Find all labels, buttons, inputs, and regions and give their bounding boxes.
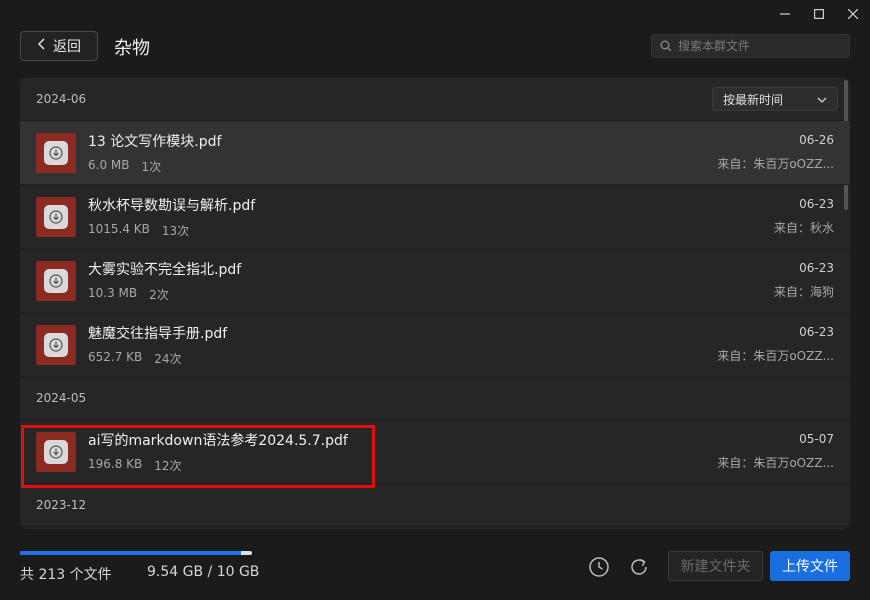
file-list-panel[interactable]: 2024-06 按最新时间 13 论文写作模块.pdf 6.0 MB 1次 06-… — [20, 78, 850, 529]
group-header: 2023-12 — [20, 484, 850, 527]
chevron-left-icon — [37, 38, 45, 54]
file-name: 大雾实验不完全指北.pdf — [88, 261, 242, 278]
file-uploader: 来自：海狗 — [773, 285, 834, 299]
search-input[interactable] — [678, 39, 838, 53]
search-icon — [660, 37, 672, 56]
pdf-file-icon — [36, 324, 76, 365]
file-uploader: 来自：朱百万oOZZ... — [717, 456, 834, 470]
download-count: 24次 — [154, 351, 182, 366]
file-uploader: 来自：秋水 — [773, 221, 834, 235]
group-date-label: 2023-12 — [36, 498, 87, 512]
sort-dropdown[interactable]: 按最新时间 — [712, 87, 838, 111]
page-title: 杂物 — [114, 38, 150, 59]
search-box[interactable] — [651, 34, 850, 58]
maximize-icon[interactable] — [802, 0, 836, 28]
file-row[interactable]: 秋水杯导数勘误与解析.pdf 1015.4 KB 13次 06-23 来自：秋水 — [20, 185, 850, 249]
chevron-down-icon — [817, 92, 827, 106]
refresh-icon[interactable] — [628, 556, 650, 578]
download-count: 13次 — [161, 223, 190, 238]
file-size: 652.7 KB — [88, 349, 143, 364]
group-date-label: 2024-05 — [36, 391, 87, 405]
download-icon — [49, 273, 63, 288]
file-row[interactable]: 大雾实验不完全指北.pdf 10.3 MB 2次 06-23 来自：海狗 — [20, 249, 850, 313]
download-icon — [49, 444, 63, 459]
file-row[interactable]: ai写的markdown语法参考2024.5.7.pdf 196.8 KB 12次… — [20, 420, 850, 484]
storage-quota-fill — [20, 551, 242, 555]
close-icon[interactable] — [836, 0, 870, 28]
back-button[interactable]: 返回 — [20, 31, 98, 61]
file-date: 06-23 — [799, 197, 834, 211]
upload-file-button[interactable]: 上传文件 — [770, 551, 850, 581]
file-name: 秋水杯导数勘误与解析.pdf — [88, 197, 256, 214]
clock-icon[interactable] — [588, 556, 610, 578]
file-name: 魅魔交往指导手册.pdf — [88, 325, 228, 342]
storage-quota-bar — [20, 551, 252, 555]
file-uploader: 来自：朱百万oOZZ... — [717, 157, 834, 171]
file-date: 06-26 — [799, 133, 834, 147]
file-count: 共 213 个文件 — [20, 567, 112, 583]
file-row[interactable]: 魅魔交往指导手册.pdf 652.7 KB 24次 06-23 来自：朱百万oOZ… — [20, 313, 850, 377]
pdf-file-icon — [36, 260, 76, 301]
pdf-file-icon — [36, 132, 76, 173]
file-row[interactable]: 13 论文写作模块.pdf 6.0 MB 1次 06-26 来自：朱百万oOZZ.… — [20, 121, 850, 185]
download-icon — [49, 145, 63, 160]
pdf-file-icon — [36, 431, 76, 472]
file-uploader: 来自：朱百万oOZZ... — [717, 349, 834, 363]
download-count: 1次 — [141, 159, 162, 174]
file-size: 196.8 KB — [88, 456, 143, 471]
file-date: 06-23 — [799, 261, 834, 275]
file-size: 6.0 MB — [88, 157, 130, 172]
storage-usage: 9.54 GB / 10 GB — [147, 564, 260, 580]
window-controls — [768, 0, 870, 28]
file-size: 10.3 MB — [88, 285, 138, 300]
download-count: 12次 — [154, 458, 182, 473]
group-header: 2024-06 按最新时间 — [20, 78, 850, 121]
minimize-icon[interactable] — [768, 0, 802, 28]
pdf-file-icon — [36, 196, 76, 237]
file-name: 13 论文写作模块.pdf — [88, 133, 222, 150]
file-date: 05-07 — [799, 432, 834, 446]
file-name: ai写的markdown语法参考2024.5.7.pdf — [88, 432, 348, 449]
group-header: 2024-05 — [20, 377, 850, 420]
download-icon — [49, 337, 63, 352]
file-size: 1015.4 KB — [88, 221, 150, 236]
sort-label: 按最新时间 — [723, 92, 784, 107]
new-folder-button[interactable]: 新建文件夹 — [668, 551, 763, 581]
download-icon — [49, 209, 63, 224]
download-count: 2次 — [149, 287, 169, 302]
back-label: 返回 — [53, 39, 81, 55]
file-date: 06-23 — [799, 325, 834, 339]
group-date-label: 2024-06 — [36, 92, 87, 106]
